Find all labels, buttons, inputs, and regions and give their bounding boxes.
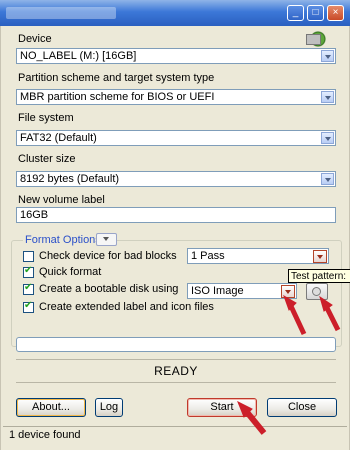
red-arrow-annotation — [319, 295, 341, 332]
annotation-arrows — [237, 294, 341, 435]
red-arrow-annotation — [283, 294, 307, 336]
red-arrow-annotation — [237, 400, 267, 435]
